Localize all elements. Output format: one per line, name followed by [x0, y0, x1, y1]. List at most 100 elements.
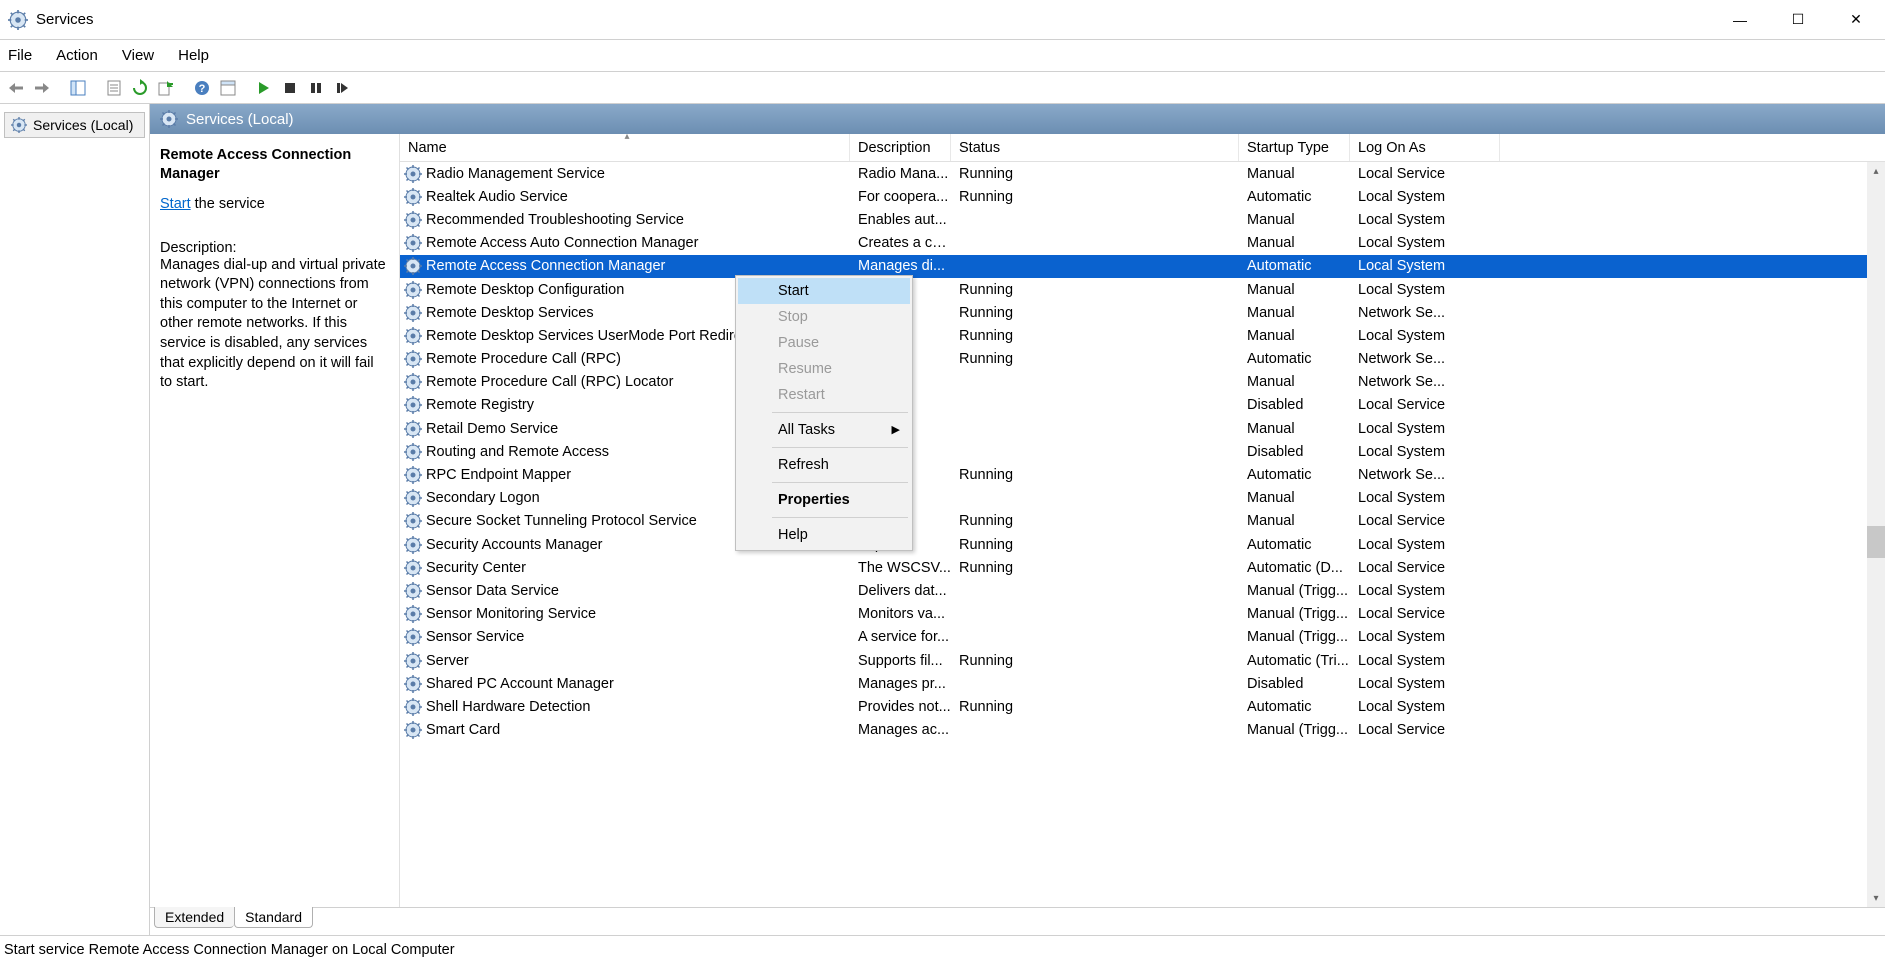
gear-icon: [404, 281, 422, 299]
svg-text:?: ?: [199, 83, 206, 95]
scroll-down-button[interactable]: ▾: [1867, 889, 1885, 907]
menu-file[interactable]: File: [8, 47, 32, 64]
service-status: Running: [951, 467, 1239, 483]
service-name: Shared PC Account Manager: [426, 676, 614, 692]
service-name: Shell Hardware Detection: [426, 699, 590, 715]
context-menu-separator: [772, 447, 908, 448]
service-row[interactable]: Shell Hardware DetectionProvides not...R…: [400, 695, 1885, 718]
tree-item-label: Services (Local): [33, 117, 133, 133]
context-menu-refresh[interactable]: Refresh: [738, 452, 910, 478]
show-hide-tree-button[interactable]: [66, 76, 90, 100]
refresh-button[interactable]: [128, 76, 152, 100]
forward-button[interactable]: [30, 76, 54, 100]
service-status: Running: [951, 560, 1239, 576]
vertical-scrollbar[interactable]: ▴ ▾: [1867, 162, 1885, 907]
service-row[interactable]: Radio Management ServiceRadio Mana...Run…: [400, 162, 1885, 185]
column-header-description[interactable]: Description: [850, 134, 951, 161]
service-row[interactable]: Sensor Data ServiceDelivers dat...Manual…: [400, 579, 1885, 602]
context-menu-properties[interactable]: Properties: [738, 487, 910, 513]
service-log-on-as: Local System: [1350, 328, 1500, 344]
pause-service-button[interactable]: [304, 76, 328, 100]
service-startup-type: Manual: [1239, 166, 1350, 182]
menu-action[interactable]: Action: [56, 47, 98, 64]
back-button[interactable]: [4, 76, 28, 100]
service-row[interactable]: Sensor Monitoring ServiceMonitors va...M…: [400, 603, 1885, 626]
service-name: Remote Procedure Call (RPC) Locator: [426, 374, 673, 390]
context-menu-start[interactable]: Start: [738, 278, 910, 304]
service-name: Server: [426, 653, 469, 669]
scroll-thumb[interactable]: [1867, 526, 1885, 558]
service-description: For coopera...: [850, 189, 951, 205]
service-row[interactable]: Retail Demo Serviceail D...ManualLocal S…: [400, 417, 1885, 440]
service-log-on-as: Local System: [1350, 189, 1500, 205]
column-header-startup-type[interactable]: Startup Type: [1239, 134, 1350, 161]
service-description: Manages ac...: [850, 722, 951, 738]
service-name: Smart Card: [426, 722, 500, 738]
service-startup-type: Manual: [1239, 328, 1350, 344]
service-name: Secure Socket Tunneling Protocol Service: [426, 513, 697, 529]
service-row[interactable]: Security Accounts Managerrtup ...Running…: [400, 533, 1885, 556]
service-row[interactable]: Remote Desktop ConfigurationDes...Runnin…: [400, 278, 1885, 301]
service-row[interactable]: Security CenterThe WSCSV...RunningAutoma…: [400, 556, 1885, 579]
context-menu-all-tasks[interactable]: All Tasks ▶: [738, 417, 910, 443]
service-row[interactable]: Remote Desktop Servicesusers...RunningMa…: [400, 301, 1885, 324]
service-row[interactable]: Remote Procedure Call (RPC) Locatordows …: [400, 371, 1885, 394]
export-button[interactable]: [154, 76, 178, 100]
maximize-button[interactable]: ☐: [1769, 0, 1827, 39]
services-icon: [8, 10, 28, 30]
service-row[interactable]: Realtek Audio ServiceFor coopera...Runni…: [400, 185, 1885, 208]
column-header-status[interactable]: Status: [951, 134, 1239, 161]
service-row[interactable]: Recommended Troubleshooting ServiceEnabl…: [400, 208, 1885, 231]
service-startup-type: Manual (Trigg...: [1239, 722, 1350, 738]
service-row[interactable]: Sensor ServiceA service for...Manual (Tr…: [400, 626, 1885, 649]
help-button[interactable]: ?: [190, 76, 214, 100]
start-service-button[interactable]: [252, 76, 276, 100]
service-startup-type: Automatic: [1239, 537, 1350, 553]
close-button[interactable]: ✕: [1827, 0, 1885, 39]
service-row[interactable]: Remote Procedure Call (RPC)CSS s...Runni…: [400, 348, 1885, 371]
service-status: Running: [951, 513, 1239, 529]
service-row[interactable]: Remote Registryrem...DisabledLocal Servi…: [400, 394, 1885, 417]
service-description: A service for...: [850, 629, 951, 645]
tab-extended[interactable]: Extended: [154, 907, 234, 928]
service-row[interactable]: Routing and Remote Accessouti...Disabled…: [400, 440, 1885, 463]
start-service-link[interactable]: Start: [160, 196, 191, 212]
service-name: Remote Desktop Services UserMode Port Re…: [426, 328, 742, 344]
context-menu-help[interactable]: Help: [738, 522, 910, 548]
service-row[interactable]: Remote Access Auto Connection ManagerCre…: [400, 232, 1885, 255]
menu-help[interactable]: Help: [178, 47, 209, 64]
service-name: Retail Demo Service: [426, 421, 558, 437]
column-header-log-on-as[interactable]: Log On As: [1350, 134, 1500, 161]
tab-standard[interactable]: Standard: [234, 907, 313, 928]
tree-item-services-local[interactable]: Services (Local): [4, 112, 145, 138]
scroll-up-button[interactable]: ▴: [1867, 162, 1885, 180]
service-row[interactable]: RPC Endpoint Mappers RP...RunningAutomat…: [400, 463, 1885, 486]
context-menu-stop: Stop: [738, 304, 910, 330]
service-row[interactable]: Remote Desktop Services UserMode Port Re…: [400, 324, 1885, 347]
service-name: Routing and Remote Access: [426, 444, 609, 460]
menu-view[interactable]: View: [122, 47, 154, 64]
service-row[interactable]: Secure Socket Tunneling Protocol Service…: [400, 510, 1885, 533]
service-description: Radio Mana...: [850, 166, 951, 182]
properties-button[interactable]: [216, 76, 240, 100]
service-startup-type: Automatic: [1239, 189, 1350, 205]
service-row[interactable]: Secondary Logonstar...ManualLocal System: [400, 487, 1885, 510]
stop-service-button[interactable]: [278, 76, 302, 100]
service-startup-type: Automatic: [1239, 351, 1350, 367]
column-header-name[interactable]: Name ▴: [400, 134, 850, 161]
service-log-on-as: Local System: [1350, 490, 1500, 506]
panel-body: Remote Access Connection Manager Start t…: [150, 134, 1885, 907]
service-row[interactable]: Smart CardManages ac...Manual (Trigg...L…: [400, 719, 1885, 742]
gear-icon: [404, 675, 422, 693]
minimize-button[interactable]: —: [1711, 0, 1769, 39]
restart-service-button[interactable]: [330, 76, 354, 100]
gear-icon: [404, 698, 422, 716]
service-row[interactable]: ServerSupports fil...RunningAutomatic (T…: [400, 649, 1885, 672]
window-title: Services: [36, 11, 94, 28]
service-log-on-as: Local Service: [1350, 560, 1500, 576]
export-list-button[interactable]: [102, 76, 126, 100]
tree-pane: Services (Local): [0, 104, 150, 935]
service-row[interactable]: Shared PC Account ManagerManages pr...Di…: [400, 672, 1885, 695]
gear-icon: [404, 257, 422, 275]
service-row[interactable]: Remote Access Connection ManagerManages …: [400, 255, 1885, 278]
